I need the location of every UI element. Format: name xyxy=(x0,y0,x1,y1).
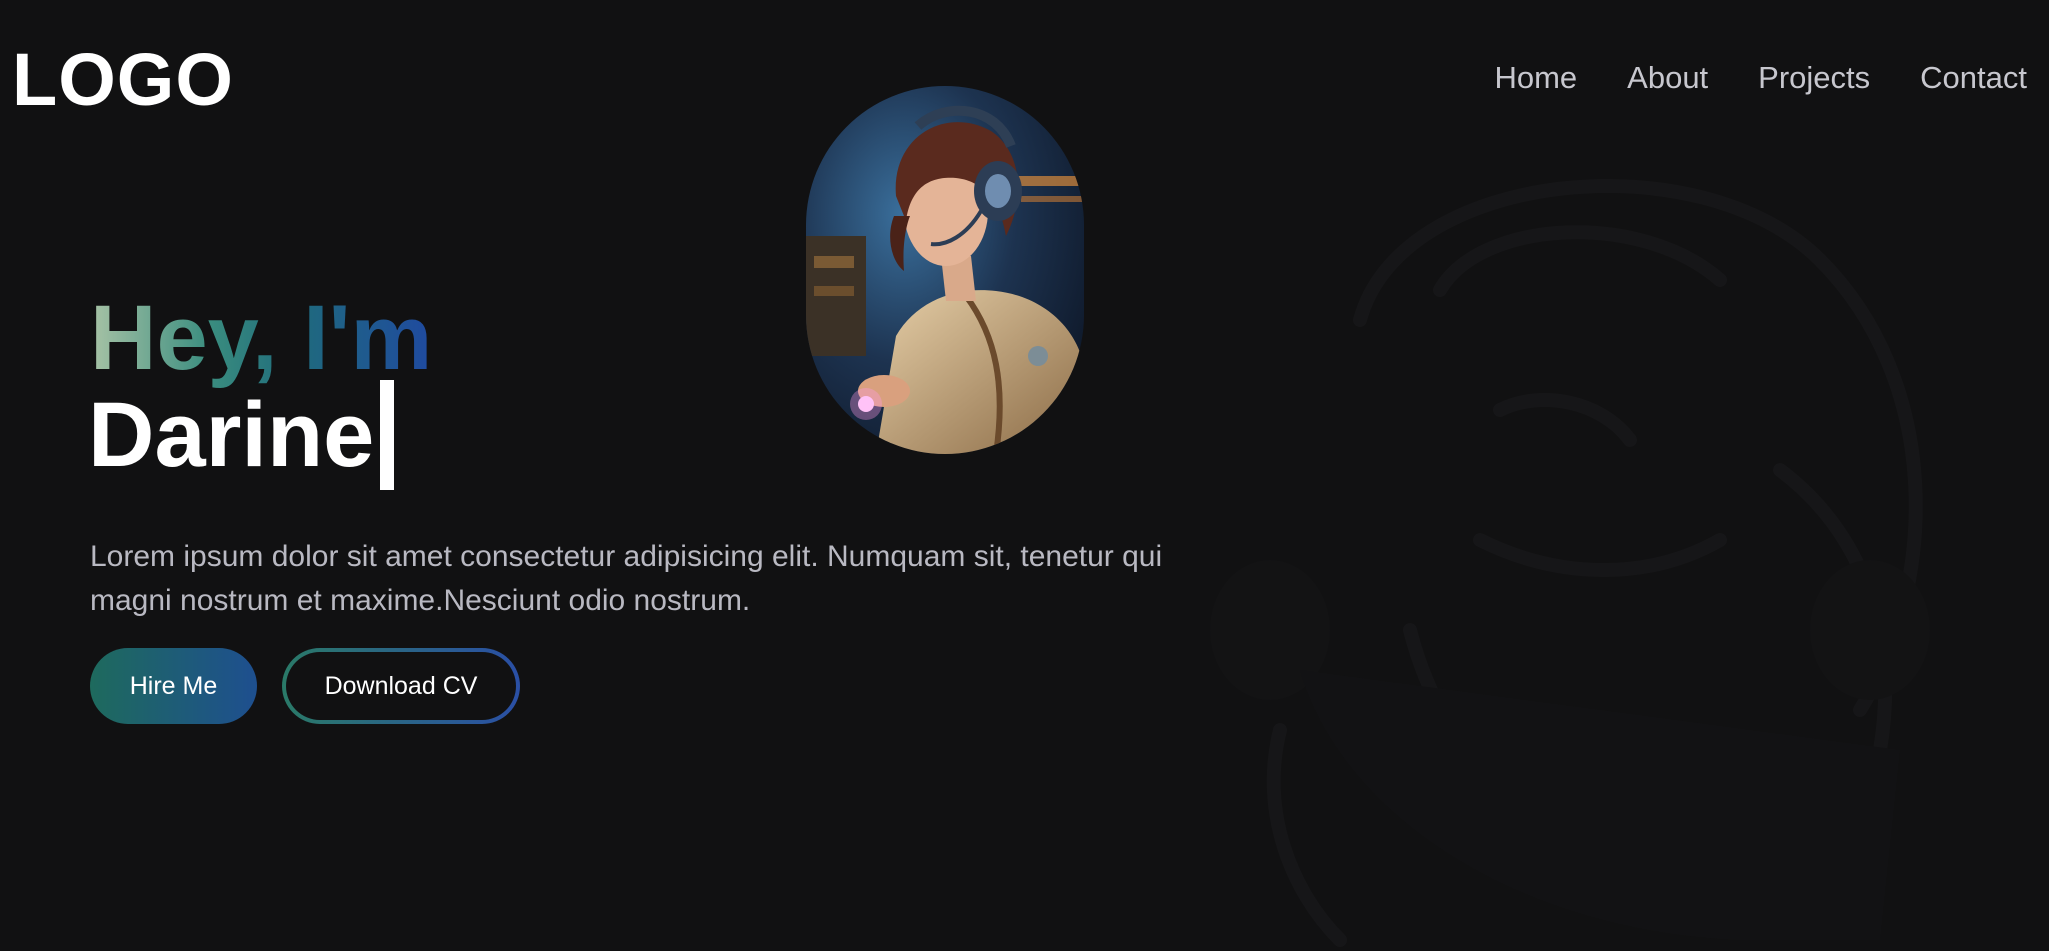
nav-link-contact[interactable]: Contact xyxy=(1920,58,2027,98)
nav-link-home[interactable]: Home xyxy=(1494,58,1577,98)
typing-cursor xyxy=(380,380,395,490)
hero-name-row: Darine xyxy=(88,380,395,490)
hire-me-button[interactable]: Hire Me xyxy=(90,648,257,724)
hero-greeting: Hey, I'm xyxy=(90,287,433,389)
nav-link-projects[interactable]: Projects xyxy=(1758,58,1870,98)
hero-description: Lorem ipsum dolor sit amet consectetur a… xyxy=(90,540,1163,617)
hero-name: Darine xyxy=(88,384,375,486)
download-cv-button[interactable]: Download CV xyxy=(282,648,520,724)
nav-link-about[interactable]: About xyxy=(1627,58,1708,98)
main-nav: Home About Projects Contact xyxy=(1494,58,2027,98)
logo[interactable]: LOGO xyxy=(12,38,234,122)
profile-portrait-image xyxy=(806,86,1084,454)
background-portrait-figure xyxy=(1210,178,1930,947)
